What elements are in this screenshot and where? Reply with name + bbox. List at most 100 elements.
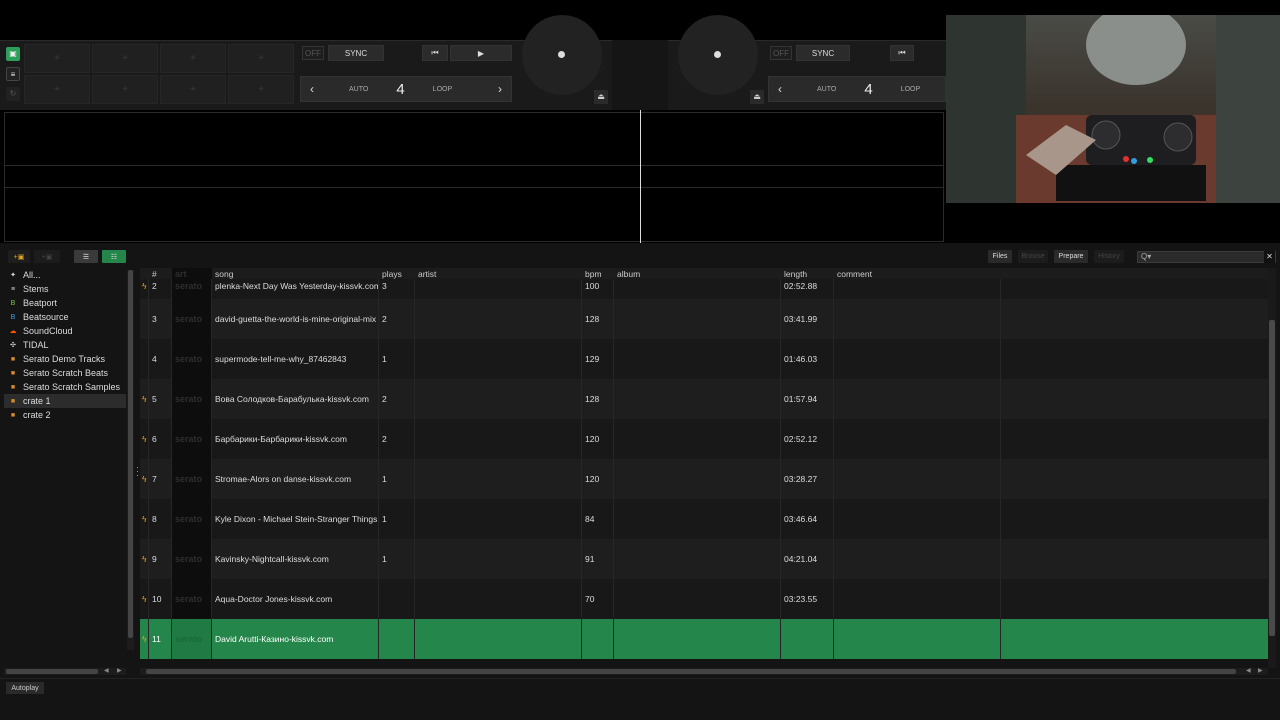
scrollbar-thumb[interactable] xyxy=(1269,320,1275,636)
column-header[interactable]: bpm xyxy=(582,268,614,279)
all-icon: ✦ xyxy=(10,272,16,279)
crate-icon: ■ xyxy=(10,355,16,363)
history-button[interactable]: History xyxy=(1094,250,1124,263)
soundcloud-icon: ☁ xyxy=(9,328,17,335)
refresh-icon[interactable]: ↻ xyxy=(6,87,20,101)
analyzed-flag-icon: ϟ xyxy=(140,379,149,419)
sidebar-scrollbar[interactable] xyxy=(127,270,134,650)
sample-pad[interactable]: + xyxy=(92,75,158,104)
table-row[interactable]: ϟ 2 serato plenka-Next Day Was Yesterday-ki… xyxy=(140,279,1268,299)
sidebar-item[interactable]: ✦ All... xyxy=(4,268,126,282)
cell-artist xyxy=(415,419,582,459)
prepare-button[interactable]: Prepare xyxy=(1054,250,1088,263)
deck-left-eject-icon[interactable]: ⏏ xyxy=(594,90,608,104)
column-header[interactable]: plays xyxy=(379,268,415,279)
scrollbar-thumb[interactable] xyxy=(6,669,98,674)
close-icon[interactable]: ✕ xyxy=(1264,251,1275,263)
table-row[interactable]: ϟ 10 serato Aqua-Doctor Jones-kissvk.com 70 0… xyxy=(140,579,1268,619)
table-row[interactable]: ϟ 6 serato Барбарики-Барбарики-kissvk.com 2 1… xyxy=(140,419,1268,459)
loop-right-arrow-icon[interactable]: › xyxy=(489,82,511,96)
scroll-right-icon[interactable]: ▶ xyxy=(117,667,122,674)
sample-pad-grid: + + + + + + + + xyxy=(24,44,294,104)
column-header[interactable]: length xyxy=(781,268,834,279)
deck-left-platter[interactable] xyxy=(522,15,602,95)
crate-sidebar: ✦ All... ≡ Stems B Beatport B Beatsource ☁ SoundC… xyxy=(4,268,126,668)
sidebar-item[interactable]: ■ crate 2 xyxy=(4,408,126,422)
flag-column-header xyxy=(140,268,149,279)
loop-auto-label[interactable]: AUTO xyxy=(817,86,836,93)
sidebar-item[interactable]: ☁ SoundCloud xyxy=(4,324,126,338)
cell-album xyxy=(614,419,781,459)
table-row[interactable]: ϟ 5 serato Вова Солодков-Барабулька-kissvk.… xyxy=(140,379,1268,419)
loop-label[interactable]: LOOP xyxy=(901,86,920,93)
deck-right-platter[interactable] xyxy=(678,15,758,95)
browse-button[interactable]: Browse xyxy=(1018,250,1048,263)
scroll-left-icon[interactable]: ◀ xyxy=(1246,667,1251,674)
deck-left-cue-button[interactable]: ⏮ xyxy=(422,45,448,61)
column-header[interactable]: comment xyxy=(834,268,1001,279)
table-row[interactable]: ϟ 9 serato Kavinsky-Nightcall-kissvk.com 1 91… xyxy=(140,539,1268,579)
deck-left-sync-button[interactable]: SYNC xyxy=(328,45,384,61)
autoplay-button[interactable]: Autoplay xyxy=(6,682,44,694)
sidebar-item[interactable]: ≡ Stems xyxy=(4,282,126,296)
column-header[interactable]: art xyxy=(172,268,212,279)
sample-pad[interactable]: + xyxy=(24,75,90,104)
table-hscrollbar[interactable] xyxy=(140,668,1268,675)
loop-left-arrow-icon[interactable]: ‹ xyxy=(301,82,323,96)
column-header[interactable]: # xyxy=(149,268,172,279)
sample-pad[interactable]: + xyxy=(228,44,294,73)
cell-filler xyxy=(1001,619,1268,659)
list-view-icon[interactable]: ≡ xyxy=(6,67,20,81)
sidebar-item[interactable]: B Beatport xyxy=(4,296,126,310)
column-header[interactable]: song xyxy=(212,268,379,279)
scroll-left-icon[interactable]: ◀ xyxy=(104,667,109,674)
add-smart-crate-button[interactable]: +▣ xyxy=(34,250,60,263)
search-input[interactable]: Q▾ ✕ xyxy=(1137,251,1276,263)
add-crate-button[interactable]: +▣ xyxy=(8,250,30,263)
sampler-toggle-icon[interactable]: ▣ xyxy=(6,47,20,61)
sidebar-item[interactable]: ■ Serato Scratch Samples xyxy=(4,380,126,394)
cell-artist xyxy=(415,539,582,579)
column-header[interactable]: album xyxy=(614,268,781,279)
files-button[interactable]: Files xyxy=(988,250,1012,263)
platter-marker xyxy=(558,51,565,58)
resize-handle[interactable]: · · · xyxy=(136,463,139,480)
sidebar-item[interactable]: ■ Serato Scratch Beats xyxy=(4,366,126,380)
deck-right-eject-icon[interactable]: ⏏ xyxy=(750,90,764,104)
scrollbar-thumb[interactable] xyxy=(146,669,1236,674)
cell-filler xyxy=(1001,459,1268,499)
sample-pad[interactable]: + xyxy=(160,44,226,73)
deck-right-cue-button[interactable]: ⏮ xyxy=(890,45,914,61)
sample-pad[interactable]: + xyxy=(24,44,90,73)
table-row[interactable]: 3 serato david-guetta-the-world-is-mine-or… xyxy=(140,299,1268,339)
sidebar-item[interactable]: ✣ TIDAL xyxy=(4,338,126,352)
table-row[interactable]: ϟ 7 serato Stromae-Alors on danse-kissvk.co… xyxy=(140,459,1268,499)
deck-right-off-button[interactable]: OFF xyxy=(770,46,792,60)
album-art: serato xyxy=(172,619,212,659)
loop-label[interactable]: LOOP xyxy=(433,86,452,93)
loop-auto-label[interactable]: AUTO xyxy=(349,86,368,93)
table-scrollbar[interactable] xyxy=(1268,268,1276,668)
sidebar-item[interactable]: ■ crate 1 xyxy=(4,394,126,408)
sidebar-item[interactable]: ■ Serato Demo Tracks xyxy=(4,352,126,366)
sample-pad[interactable]: + xyxy=(160,75,226,104)
detail-view-button[interactable]: ☷ xyxy=(102,250,126,263)
table-row[interactable]: ϟ 8 serato Kyle Dixon - Michael Stein-Stran… xyxy=(140,499,1268,539)
table-row[interactable]: 4 serato supermode-tell-me-why_87462843 1 12… xyxy=(140,339,1268,379)
cell-num: 8 xyxy=(149,499,172,539)
deck-left-off-button[interactable]: OFF xyxy=(302,46,324,60)
loop-left-arrow-icon[interactable]: ‹ xyxy=(769,82,791,96)
sample-pad[interactable]: + xyxy=(228,75,294,104)
column-header[interactable]: artist xyxy=(415,268,582,279)
list-view-button[interactable]: ☰ xyxy=(74,250,98,263)
deck-left-play-button[interactable]: ▶ xyxy=(450,45,512,61)
sidebar-item[interactable]: B Beatsource xyxy=(4,310,126,324)
table-row[interactable]: ϟ 11 serato David Arutti-Казино-kissvk.com xyxy=(140,619,1268,659)
cell-song: David Arutti-Казино-kissvk.com xyxy=(212,619,379,659)
cell-num: 4 xyxy=(149,339,172,379)
deck-right-sync-button[interactable]: SYNC xyxy=(796,45,850,61)
sidebar-item-label: Serato Scratch Beats xyxy=(23,368,109,378)
scroll-right-icon[interactable]: ▶ xyxy=(1258,667,1263,674)
scrollbar-thumb[interactable] xyxy=(128,270,133,638)
sample-pad[interactable]: + xyxy=(92,44,158,73)
